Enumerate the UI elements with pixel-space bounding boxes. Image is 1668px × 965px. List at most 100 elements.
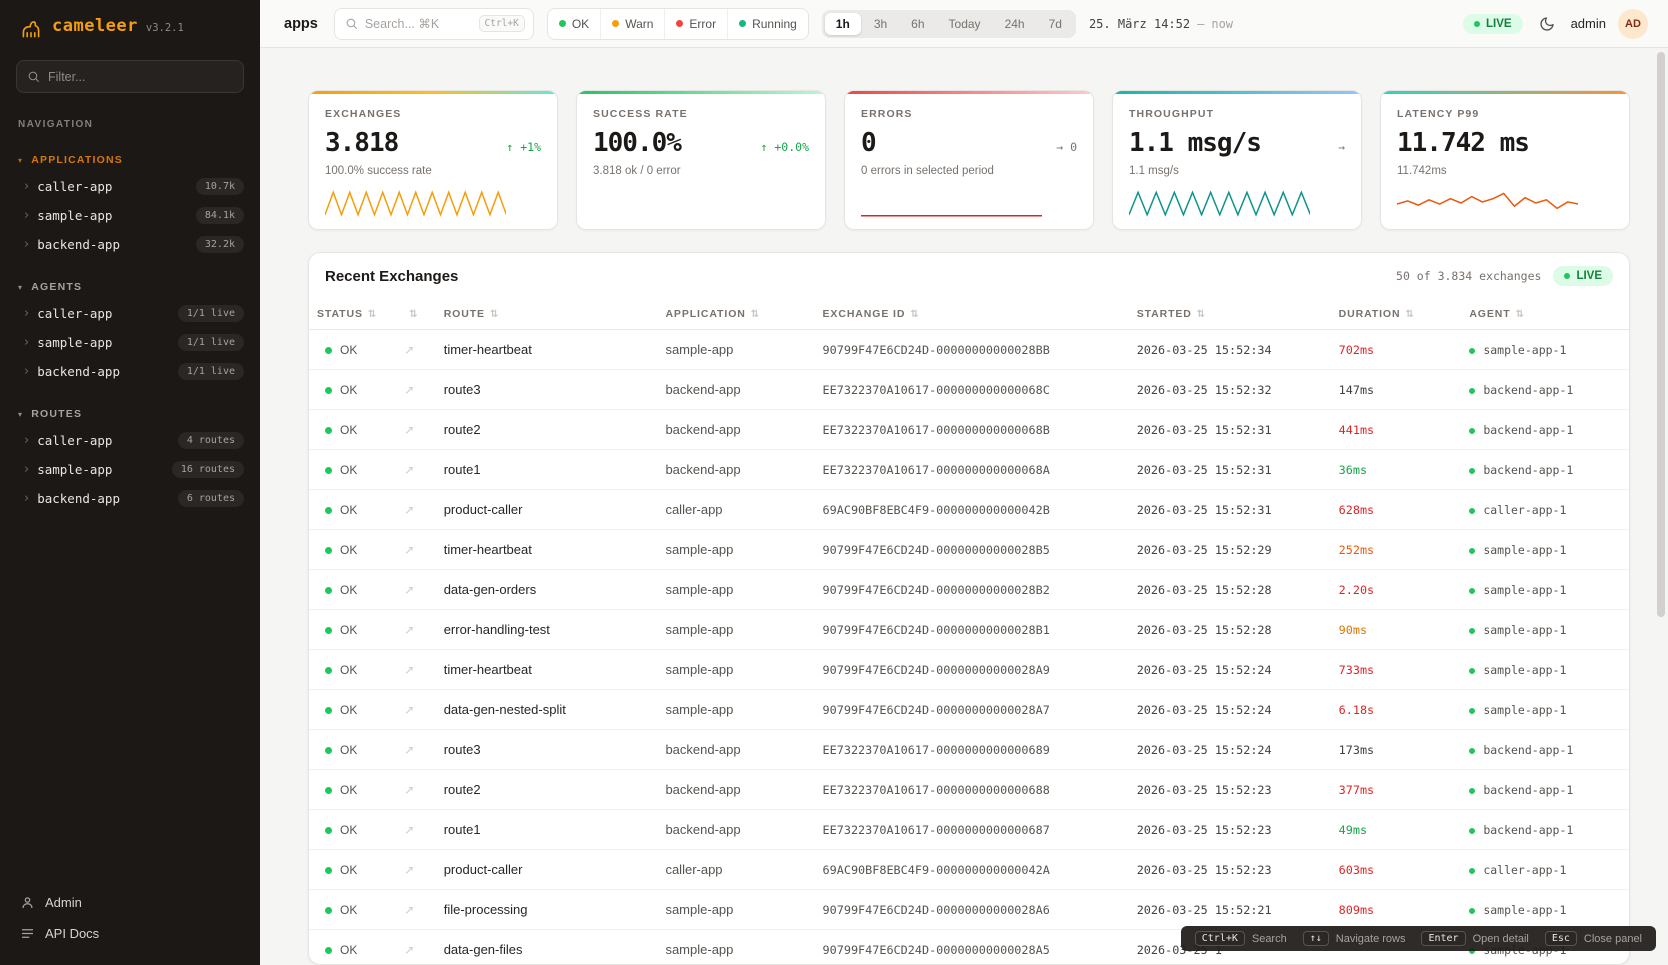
table-row[interactable]: OK ↗ product-caller caller-app 69AC90BF8…	[309, 850, 1629, 890]
table-row[interactable]: OK ↗ file-processing sample-app 90799F47…	[309, 890, 1629, 930]
sidebar-item-agent[interactable]: › sample-app 1/1 live	[0, 328, 260, 357]
table-row[interactable]: OK ↗ data-gen-orders sample-app 90799F47…	[309, 570, 1629, 610]
time-range-button[interactable]: 24h	[994, 13, 1036, 35]
table-row[interactable]: OK ↗ timer-heartbeat sample-app 90799F47…	[309, 650, 1629, 690]
section-header-applications[interactable]: ▾ APPLICATIONS	[0, 154, 260, 172]
column-header[interactable]: EXCHANGE ID⇅	[815, 299, 1129, 330]
sidebar-item-route[interactable]: › caller-app 4 routes	[0, 426, 260, 455]
date-range[interactable]: 25. März 14:52 — now	[1089, 17, 1233, 31]
table-row[interactable]: OK ↗ route3 backend-app EE7322370A10617-…	[309, 370, 1629, 410]
sort-icon: ⇅	[409, 309, 418, 320]
filter-input[interactable]	[48, 70, 233, 84]
agent-cell: sample-app-1	[1461, 570, 1629, 610]
status-ok-dot	[325, 867, 332, 874]
caret-down-icon: ▾	[18, 410, 23, 419]
open-detail-icon[interactable]: ↗	[404, 383, 414, 397]
live-label: LIVE	[1486, 18, 1512, 30]
column-label: AGENT	[1469, 308, 1510, 320]
search-input[interactable]	[365, 17, 472, 31]
sidebar-item-application[interactable]: › backend-app 32.2k	[0, 230, 260, 259]
column-header[interactable]: ROUTE⇅	[436, 299, 658, 330]
table-row[interactable]: OK ↗ error-handling-test sample-app 9079…	[309, 610, 1629, 650]
column-header[interactable]: STARTED⇅	[1129, 299, 1331, 330]
open-detail-icon[interactable]: ↗	[404, 783, 414, 797]
open-detail-icon[interactable]: ↗	[404, 623, 414, 637]
sidebar-item-api-docs[interactable]: API Docs	[8, 918, 252, 949]
stat-label: EXCHANGES	[325, 108, 541, 120]
section-header-agents[interactable]: ▾ AGENTS	[0, 281, 260, 299]
shortcut-label: Search	[1252, 933, 1287, 945]
started-cell: 2026-03-25 15:52:23	[1129, 810, 1331, 850]
open-detail-icon[interactable]: ↗	[404, 343, 414, 357]
status-filter[interactable]: Warn	[600, 9, 664, 39]
time-range-button[interactable]: 3h	[863, 13, 898, 35]
exchange-id-cell: EE7322370A10617-0000000000000687	[815, 810, 1129, 850]
sidebar-item-admin[interactable]: Admin	[8, 887, 252, 918]
sidebar-item-label: Admin	[45, 895, 82, 910]
sparkline	[1397, 187, 1578, 219]
agent-cell: backend-app-1	[1461, 450, 1629, 490]
table-row[interactable]: OK ↗ route3 backend-app EE7322370A10617-…	[309, 730, 1629, 770]
stat-value: 0	[861, 128, 876, 158]
exchange-id-cell: 90799F47E6CD24D-00000000000028A5	[815, 930, 1129, 965]
open-detail-icon[interactable]: ↗	[404, 823, 414, 837]
search-box[interactable]: Ctrl+K	[334, 8, 534, 40]
time-range-button[interactable]: 1h	[825, 13, 861, 35]
scrollbar-thumb[interactable]	[1657, 52, 1665, 617]
shortcut-hint: ↑↓ Navigate rows	[1303, 931, 1406, 946]
column-header[interactable]: STATUS⇅	[309, 299, 396, 330]
live-dot	[1474, 21, 1480, 27]
avatar[interactable]: AD	[1618, 9, 1648, 39]
open-detail-icon[interactable]: ↗	[404, 583, 414, 597]
open-detail-icon[interactable]: ↗	[404, 743, 414, 757]
exchange-id-cell: 90799F47E6CD24D-00000000000028A6	[815, 890, 1129, 930]
sidebar-item-label: caller-app	[37, 179, 112, 194]
status-filter[interactable]: Error	[664, 9, 727, 39]
status-filter[interactable]: Running	[727, 9, 808, 39]
table-row[interactable]: OK ↗ product-caller caller-app 69AC90BF8…	[309, 490, 1629, 530]
section-header-routes[interactable]: ▾ ROUTES	[0, 408, 260, 426]
table-row[interactable]: OK ↗ route1 backend-app EE7322370A10617-…	[309, 450, 1629, 490]
open-detail-icon[interactable]: ↗	[404, 423, 414, 437]
application-cell: caller-app	[657, 490, 814, 530]
stat-subtext: 100.0% success rate	[325, 165, 541, 177]
stat-value: 3.818	[325, 128, 398, 158]
open-detail-icon[interactable]: ↗	[404, 943, 414, 957]
column-header[interactable]: ⇅	[396, 299, 436, 330]
sidebar-item-application[interactable]: › caller-app 10.7k	[0, 172, 260, 201]
dark-mode-toggle[interactable]	[1535, 12, 1559, 36]
open-detail-icon[interactable]: ↗	[404, 703, 414, 717]
sidebar-item-agent[interactable]: › caller-app 1/1 live	[0, 299, 260, 328]
time-range-button[interactable]: Today	[938, 13, 992, 35]
open-detail-icon[interactable]: ↗	[404, 543, 414, 557]
open-detail-icon[interactable]: ↗	[404, 663, 414, 677]
live-badge[interactable]: LIVE	[1463, 14, 1523, 34]
app-logo: cameleer v3.2.1	[0, 0, 260, 54]
agent-status-dot	[1469, 708, 1475, 714]
time-range-button[interactable]: 7d	[1038, 13, 1073, 35]
open-detail-icon[interactable]: ↗	[404, 863, 414, 877]
table-row[interactable]: OK ↗ route2 backend-app EE7322370A10617-…	[309, 770, 1629, 810]
sidebar-item-route[interactable]: › backend-app 6 routes	[0, 484, 260, 513]
status-cell: OK	[309, 530, 396, 570]
table-row[interactable]: OK ↗ route1 backend-app EE7322370A10617-…	[309, 810, 1629, 850]
open-detail-icon[interactable]: ↗	[404, 503, 414, 517]
time-range-button[interactable]: 6h	[900, 13, 935, 35]
status-filter[interactable]: OK	[548, 9, 600, 39]
column-header[interactable]: DURATION⇅	[1331, 299, 1462, 330]
column-header[interactable]: APPLICATION⇅	[657, 299, 814, 330]
stat-cards-row: EXCHANGES 3.818 ↑ +1% 100.0% success rat…	[308, 90, 1630, 230]
sidebar-item-route[interactable]: › sample-app 16 routes	[0, 455, 260, 484]
table-row[interactable]: OK ↗ timer-heartbeat sample-app 90799F47…	[309, 530, 1629, 570]
table-row[interactable]: OK ↗ data-gen-nested-split sample-app 90…	[309, 690, 1629, 730]
started-cell: 2026-03-25 15:52:21	[1129, 890, 1331, 930]
open-detail-icon[interactable]: ↗	[404, 463, 414, 477]
table-row[interactable]: OK ↗ route2 backend-app EE7322370A10617-…	[309, 410, 1629, 450]
sidebar-item-agent[interactable]: › backend-app 1/1 live	[0, 357, 260, 386]
open-detail-icon[interactable]: ↗	[404, 903, 414, 917]
status-label: OK	[340, 943, 357, 957]
sidebar-item-application[interactable]: › sample-app 84.1k	[0, 201, 260, 230]
table-row[interactable]: OK ↗ timer-heartbeat sample-app 90799F47…	[309, 330, 1629, 370]
column-header[interactable]: AGENT⇅	[1461, 299, 1629, 330]
stat-value: 1.1 msg/s	[1129, 128, 1261, 158]
